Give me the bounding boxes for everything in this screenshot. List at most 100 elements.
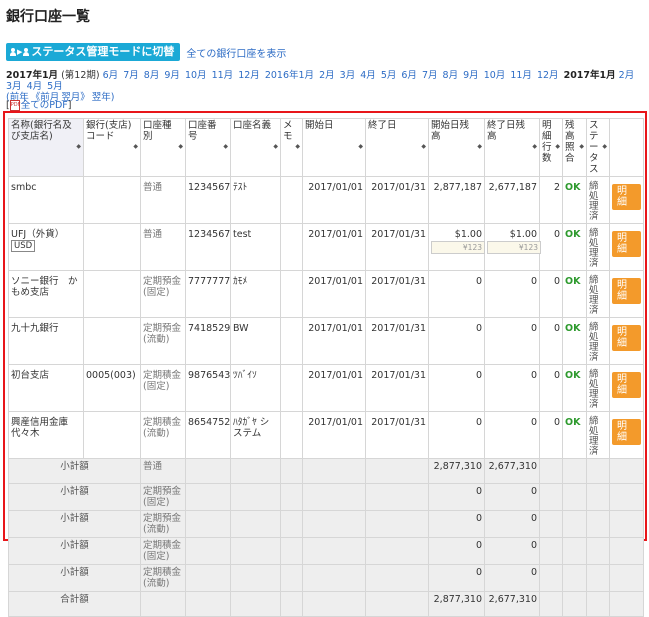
column-header-label: 終了日 [368, 120, 397, 131]
column-header[interactable]: ステータス ◆ [586, 118, 610, 177]
month-link[interactable]: 8月 [443, 70, 459, 81]
empty-cell [562, 458, 587, 484]
month-link[interactable]: 3月 [6, 81, 22, 92]
column-header[interactable]: 開始日 ◆ [302, 118, 366, 177]
month-link[interactable]: 8月 [144, 70, 160, 81]
start-date: 2017/01/01 [302, 317, 366, 365]
close-status: 締処理済 [586, 176, 610, 224]
column-header-label: ステータス [589, 120, 599, 175]
sort-icon: ◆ [532, 143, 537, 150]
detail-cell: 明細 [609, 317, 644, 365]
sort-icon: ◆ [421, 143, 426, 150]
month-link[interactable]: 2016年1月 [265, 70, 314, 81]
column-header[interactable]: 終了日 ◆ [365, 118, 429, 177]
empty-cell [230, 564, 281, 592]
month-link[interactable]: 10月 [484, 70, 506, 81]
detail-button[interactable]: 明細 [612, 278, 641, 304]
subtotal-end-balance: 2,677,310 [484, 591, 540, 617]
detail-button[interactable]: 明細 [612, 419, 641, 445]
end-balance: 0 [484, 270, 540, 318]
column-header[interactable]: メモ ◆ [280, 118, 303, 177]
show-all-accounts-link[interactable]: 全ての銀行口座を表示 [186, 45, 286, 60]
account-type: 定期預金(固定) [140, 270, 186, 318]
account-name: 興産信用金庫 代々木 [8, 411, 84, 459]
detail-cell: 明細 [609, 270, 644, 318]
start-date: 2017/01/01 [302, 411, 366, 459]
month-link[interactable]: 9月 [463, 70, 479, 81]
month-link[interactable]: 4月 [360, 70, 376, 81]
empty-cell [230, 510, 281, 538]
balance-check-status: OK [562, 411, 587, 459]
column-header[interactable]: 明細行数 ◆ [539, 118, 563, 177]
empty-cell [586, 591, 610, 617]
start-balance: 0 [428, 270, 485, 318]
empty-cell [230, 591, 281, 617]
detail-button[interactable]: 明細 [612, 231, 641, 257]
column-header [609, 118, 644, 177]
month-link[interactable]: 5月 [47, 81, 63, 92]
month-link[interactable]: 7月 [422, 70, 438, 81]
detail-button[interactable]: 明細 [612, 184, 641, 210]
month-link[interactable]: 12月 [537, 70, 559, 81]
column-header-label: 名称(銀行名及び支店名) [11, 120, 72, 142]
detail-cell: 明細 [609, 411, 644, 459]
current-month-2: 2017年1月 [563, 70, 616, 81]
account-number: 8654752 [185, 411, 231, 459]
empty-cell [562, 510, 587, 538]
empty-cell [586, 483, 610, 511]
month-link[interactable]: 6月 [103, 70, 119, 81]
column-header[interactable]: 口座番号 ◆ [185, 118, 231, 177]
start-date: 2017/01/01 [302, 270, 366, 318]
sort-icon: ◆ [178, 143, 183, 150]
end-date: 2017/01/31 [365, 364, 429, 412]
account-type: 定期預金(流動) [140, 317, 186, 365]
month-link[interactable]: 12月 [238, 70, 260, 81]
month-link[interactable]: 11月 [510, 70, 532, 81]
start-balance-value: 0 [475, 276, 482, 287]
month-link[interactable]: 7月 [123, 70, 139, 81]
bank-code [83, 411, 141, 459]
detail-button[interactable]: 明細 [612, 372, 641, 398]
detail-line-count: 0 [539, 364, 563, 412]
month-navigation: 2017年1月 (第12期) 6月 7月 8月 9月 10月 11月 12月 2… [6, 70, 643, 103]
month-link[interactable]: 4月 [27, 81, 43, 92]
detail-line-count: 2 [539, 176, 563, 224]
memo [280, 176, 303, 224]
account-name-text: 九十九銀行 [11, 323, 59, 334]
all-pdf-link[interactable]: 全てのPDF [21, 100, 68, 111]
column-header[interactable]: 口座名義 ◆ [230, 118, 281, 177]
column-header[interactable]: 口座種別 ◆ [140, 118, 186, 177]
detail-button[interactable]: 明細 [612, 325, 641, 351]
empty-cell [302, 458, 366, 484]
detail-cell: 明細 [609, 176, 644, 224]
month-link[interactable]: 11月 [212, 70, 234, 81]
next-year-label[interactable]: 翌年) [92, 92, 115, 103]
end-balance-value: 2,677,187 [488, 182, 537, 193]
subtotal-start-balance: 2,877,310 [428, 458, 485, 484]
column-header[interactable]: 残高照合 ◆ [562, 118, 587, 177]
end-balance-value: 0 [530, 276, 537, 287]
month-link[interactable]: 2月 [619, 70, 635, 81]
subtotal-end-balance: 0 [484, 510, 540, 538]
status-mode-label: ステータス管理モードに切替 [31, 45, 175, 58]
status-mode-button[interactable]: ▶ ステータス管理モードに切替 [6, 43, 181, 61]
close-status: 締処理済 [586, 364, 610, 412]
account-name-text: UFJ（外貨） [11, 229, 65, 240]
month-link[interactable]: 6月 [401, 70, 417, 81]
month-link[interactable]: 10月 [185, 70, 207, 81]
column-header[interactable]: 終了日残高 ◆ [484, 118, 540, 177]
month-link[interactable]: 2月 [319, 70, 335, 81]
column-header[interactable]: 銀行(支店)コード ◆ [83, 118, 141, 177]
memo [280, 317, 303, 365]
bank-code [83, 270, 141, 318]
column-header[interactable]: 名称(銀行名及び支店名) ◆ [8, 118, 84, 177]
start-date: 2017/01/01 [302, 176, 366, 224]
month-link[interactable]: 5月 [381, 70, 397, 81]
month-link[interactable]: 9月 [164, 70, 180, 81]
end-balance-value: $1.00 [509, 229, 537, 240]
column-header[interactable]: 開始日残高 ◆ [428, 118, 485, 177]
end-balance: 0 [484, 364, 540, 412]
month-link[interactable]: 3月 [340, 70, 356, 81]
detail-cell: 明細 [609, 223, 644, 271]
empty-cell [185, 591, 231, 617]
